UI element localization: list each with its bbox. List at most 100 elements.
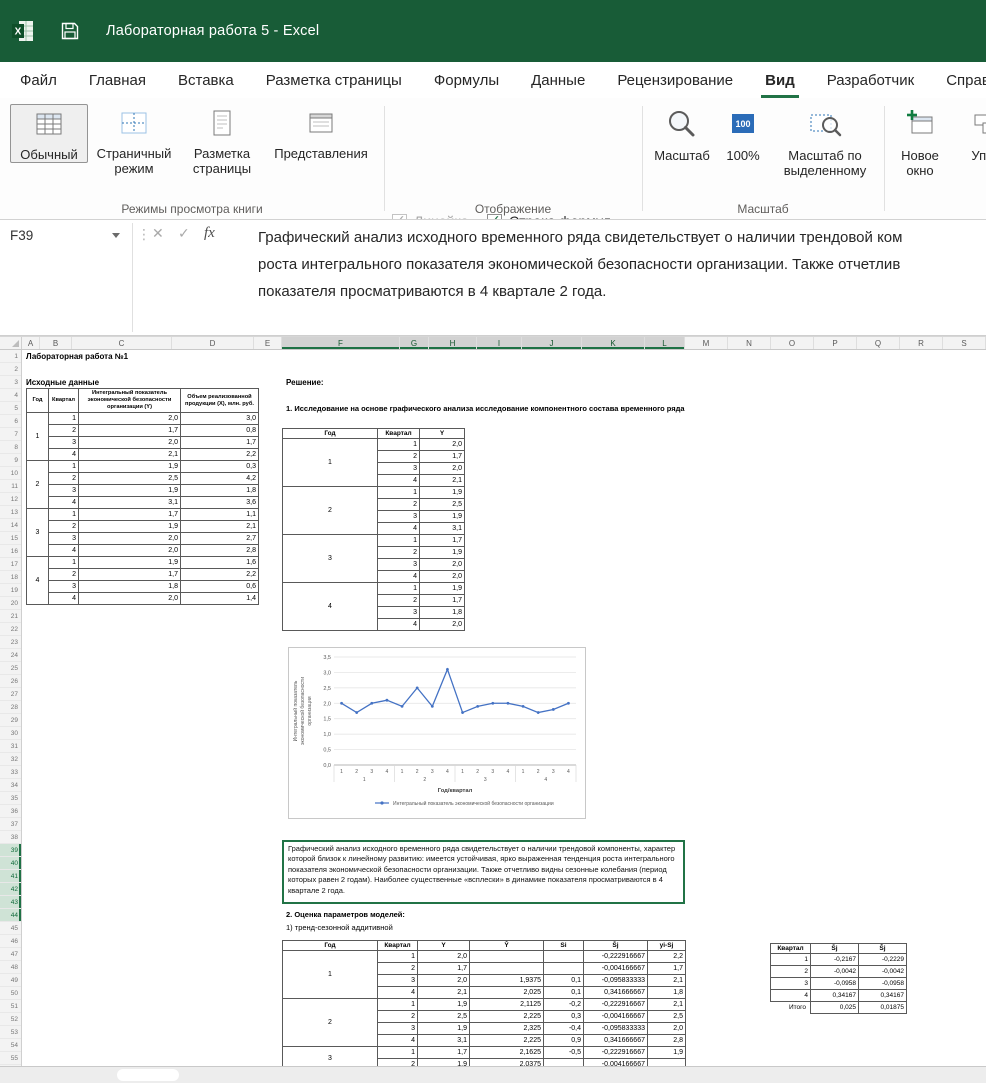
chevron-down-icon[interactable] <box>112 233 120 238</box>
cell[interactable]: 3,0 <box>180 412 259 425</box>
analysis-textbox[interactable]: Графический анализ исходного временного … <box>282 840 685 904</box>
year-cell[interactable]: 3 <box>282 534 378 583</box>
cell[interactable]: 1,8 <box>647 986 686 999</box>
cell[interactable]: 2,0 <box>78 412 181 425</box>
cell[interactable]: 4 <box>377 1034 418 1047</box>
column-header-N[interactable]: N <box>728 337 771 349</box>
row-header-12[interactable]: 12 <box>0 493 21 506</box>
grip-dots-icon[interactable]: ⋮ <box>137 226 151 243</box>
cell[interactable]: 1,7 <box>419 594 465 607</box>
column-header-M[interactable]: M <box>685 337 728 349</box>
cell[interactable]: 1,7 <box>417 962 470 975</box>
cell[interactable]: 3,1 <box>78 496 181 509</box>
cell[interactable]: 2 <box>377 498 420 511</box>
cell[interactable]: 2 <box>377 1058 418 1066</box>
cell[interactable]: -0,095833333 <box>583 974 648 987</box>
row-header-7[interactable]: 7 <box>0 428 21 441</box>
cell[interactable]: 3,1 <box>417 1034 470 1047</box>
row-header-42[interactable]: 42 <box>0 883 21 896</box>
row-header-6[interactable]: 6 <box>0 415 21 428</box>
row-header-14[interactable]: 14 <box>0 519 21 532</box>
cell[interactable]: 2 <box>377 594 420 607</box>
ribbon-tab-3[interactable]: Разметка страницы <box>250 62 418 98</box>
row-header-55[interactable]: 55 <box>0 1052 21 1065</box>
cell[interactable]: 1 <box>48 556 79 569</box>
cell[interactable]: 2,0 <box>78 544 181 557</box>
cell[interactable]: 3,1 <box>419 522 465 535</box>
column-header-O[interactable]: O <box>771 337 814 349</box>
row-header-21[interactable]: 21 <box>0 610 21 623</box>
row-header-43[interactable]: 43 <box>0 896 21 909</box>
row-header-17[interactable]: 17 <box>0 558 21 571</box>
row-header-25[interactable]: 25 <box>0 662 21 675</box>
cell[interactable]: 3 <box>48 580 79 593</box>
cell[interactable]: 1 <box>377 950 418 963</box>
year-cell[interactable]: 4 <box>26 556 49 605</box>
select-all-corner[interactable] <box>0 337 22 349</box>
cell[interactable]: 2,025 <box>469 986 544 999</box>
cell[interactable]: 2,2 <box>647 950 686 963</box>
sheet-tab[interactable] <box>117 1069 179 1081</box>
cell[interactable]: -0,0042 <box>810 965 859 978</box>
year-cell[interactable]: 1 <box>282 438 378 487</box>
column-header-L[interactable]: L <box>645 337 685 349</box>
cell[interactable]: 3,6 <box>180 496 259 509</box>
cell[interactable] <box>543 950 584 963</box>
cell[interactable]: 1,9 <box>419 510 465 523</box>
cell[interactable]: 2 <box>377 962 418 975</box>
cell[interactable]: 2,0 <box>417 974 470 987</box>
cell[interactable]: 2,0 <box>78 532 181 545</box>
column-header-E[interactable]: E <box>254 337 282 349</box>
cell[interactable]: 2,225 <box>469 1010 544 1023</box>
row-header-37[interactable]: 37 <box>0 818 21 831</box>
cell[interactable]: 1,9375 <box>469 974 544 987</box>
row-header-10[interactable]: 10 <box>0 467 21 480</box>
cell[interactable]: 2,0 <box>419 558 465 571</box>
cell[interactable]: 1 <box>48 460 79 473</box>
column-header-K[interactable]: K <box>582 337 645 349</box>
cell[interactable]: -0,222916667 <box>583 1046 648 1059</box>
cell[interactable]: -0,004166667 <box>583 1010 648 1023</box>
cell[interactable]: 0,8 <box>180 424 259 437</box>
cell[interactable]: 2,7 <box>180 532 259 545</box>
cell[interactable]: 2,0 <box>78 592 181 605</box>
column-header-A[interactable]: A <box>22 337 40 349</box>
cell[interactable]: 4 <box>377 986 418 999</box>
ribbon-tab-8[interactable]: Разработчик <box>811 62 930 98</box>
cell[interactable]: 3 <box>770 977 811 990</box>
cell[interactable]: 0,01875 <box>858 1001 907 1014</box>
cell[interactable]: 2,0 <box>78 436 181 449</box>
zoom-button[interactable]: Масштаб <box>648 104 716 163</box>
year-cell[interactable]: 4 <box>282 582 378 631</box>
ribbon-tab-4[interactable]: Формулы <box>418 62 515 98</box>
cell[interactable]: 3 <box>48 532 79 545</box>
cell[interactable]: 2,1 <box>647 998 686 1011</box>
cell[interactable]: -0,004166667 <box>583 1058 648 1066</box>
cell[interactable]: 2 <box>48 520 79 533</box>
cell[interactable]: 2,0 <box>419 438 465 451</box>
column-header-G[interactable]: G <box>400 337 429 349</box>
row-header-35[interactable]: 35 <box>0 792 21 805</box>
cell[interactable]: -0,2167 <box>810 953 859 966</box>
ribbon-tab-0[interactable]: Файл <box>4 62 73 98</box>
row-header-4[interactable]: 4 <box>0 389 21 402</box>
row-header-18[interactable]: 18 <box>0 571 21 584</box>
cell[interactable]: 4 <box>48 448 79 461</box>
cell[interactable]: 2 <box>48 472 79 485</box>
cell[interactable]: 1 <box>377 998 418 1011</box>
cell[interactable]: -0,0958 <box>858 977 907 990</box>
cell[interactable]: 3 <box>377 510 420 523</box>
column-header-B[interactable]: B <box>40 337 72 349</box>
cell[interactable]: 2,1 <box>180 520 259 533</box>
cell[interactable]: 2 <box>48 424 79 437</box>
row-header-20[interactable]: 20 <box>0 597 21 610</box>
column-header-F[interactable]: F <box>282 337 400 349</box>
arrange-all-button[interactable]: Упор <box>954 104 986 163</box>
cell[interactable]: 2,0 <box>647 1022 686 1035</box>
row-header-34[interactable]: 34 <box>0 779 21 792</box>
normal-view-button[interactable]: Обычный <box>10 104 88 163</box>
cell[interactable]: 3 <box>377 606 420 619</box>
cell[interactable] <box>469 962 544 975</box>
cell[interactable]: 0,3 <box>543 1010 584 1023</box>
row-header-23[interactable]: 23 <box>0 636 21 649</box>
